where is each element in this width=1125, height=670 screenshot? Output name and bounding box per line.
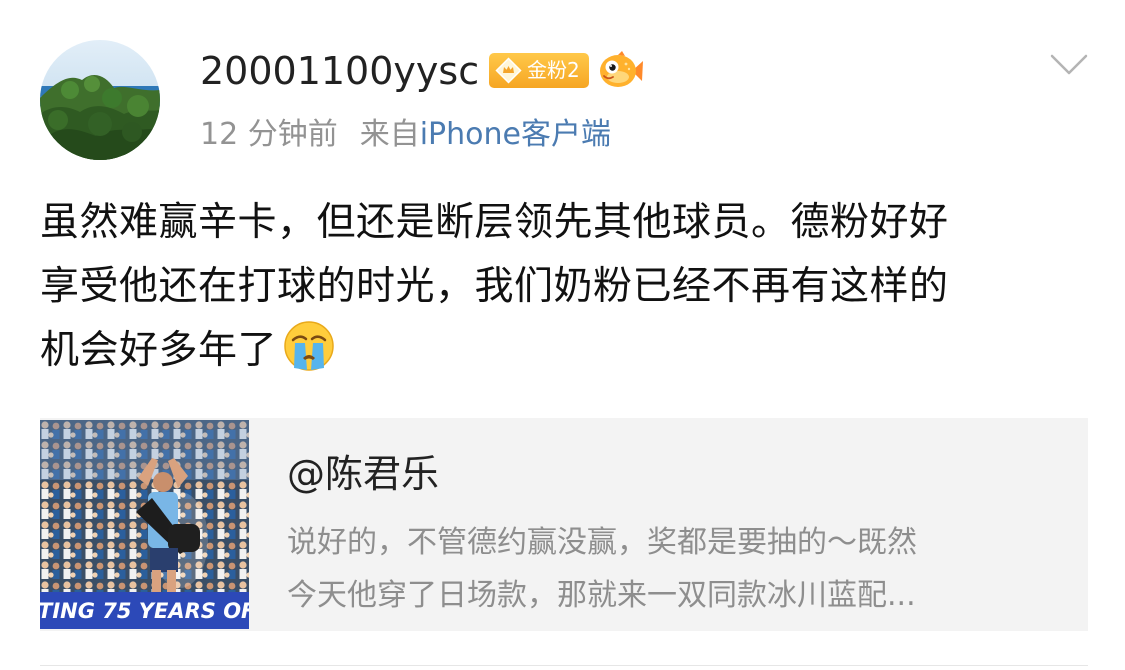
post-meta: 12 分钟前 来自iPhone客户端 [200, 115, 611, 155]
thumbnail-banner-text: TING 75 YEARS OF BRE [40, 599, 249, 623]
avatar[interactable] [40, 40, 160, 160]
avatar-image [40, 40, 160, 160]
source-prefix: 来自 [359, 117, 420, 152]
username[interactable]: 20001100yysc [200, 48, 479, 94]
divider [40, 665, 1088, 666]
post-text: 虽然难赢辛卡，但还是断层领先其他球员。德粉好好 享受他还在打球的时光，我们奶粉已… [40, 191, 1090, 383]
post-time: 12 分钟前 [200, 117, 338, 152]
crying-face-emoji [283, 320, 335, 372]
shared-card-title[interactable]: @陈君乐 [287, 451, 439, 497]
post-text-line: 虽然难赢辛卡，但还是断层领先其他球员。德粉好好 [40, 200, 949, 245]
fan-badge-label: 金粉2 [527, 58, 580, 82]
chevron-down-icon[interactable] [1050, 52, 1088, 78]
shared-card-desc-line: 今天他穿了日场款，那就来一双同款冰川蓝配... [287, 578, 916, 613]
fan-badge[interactable]: 金粉2 [489, 53, 589, 88]
post-text-line-text: 机会好多年了 [40, 328, 278, 373]
post-text-line: 机会好多年了 [40, 319, 1090, 383]
crown-icon [495, 57, 522, 84]
post-text-line: 享受他还在打球的时光，我们奶粉已经不再有这样的 [40, 264, 949, 309]
shared-card-description: 说好的，不管德约赢没赢，奖都是要抽的～既然 今天他穿了日场款，那就来一双同款冰川… [287, 516, 1057, 622]
tennis-player-photo: TING 75 YEARS OF BRE [40, 420, 249, 629]
shared-card-desc-line: 说好的，不管德约赢没赢，奖都是要抽的～既然 [287, 525, 917, 560]
source-name[interactable]: iPhone客户端 [420, 117, 611, 152]
shared-post-card[interactable]: TING 75 YEARS OF BRE @陈君乐 说好的，不管德约赢没赢，奖都… [40, 418, 1088, 631]
fish-icon[interactable] [598, 50, 644, 92]
